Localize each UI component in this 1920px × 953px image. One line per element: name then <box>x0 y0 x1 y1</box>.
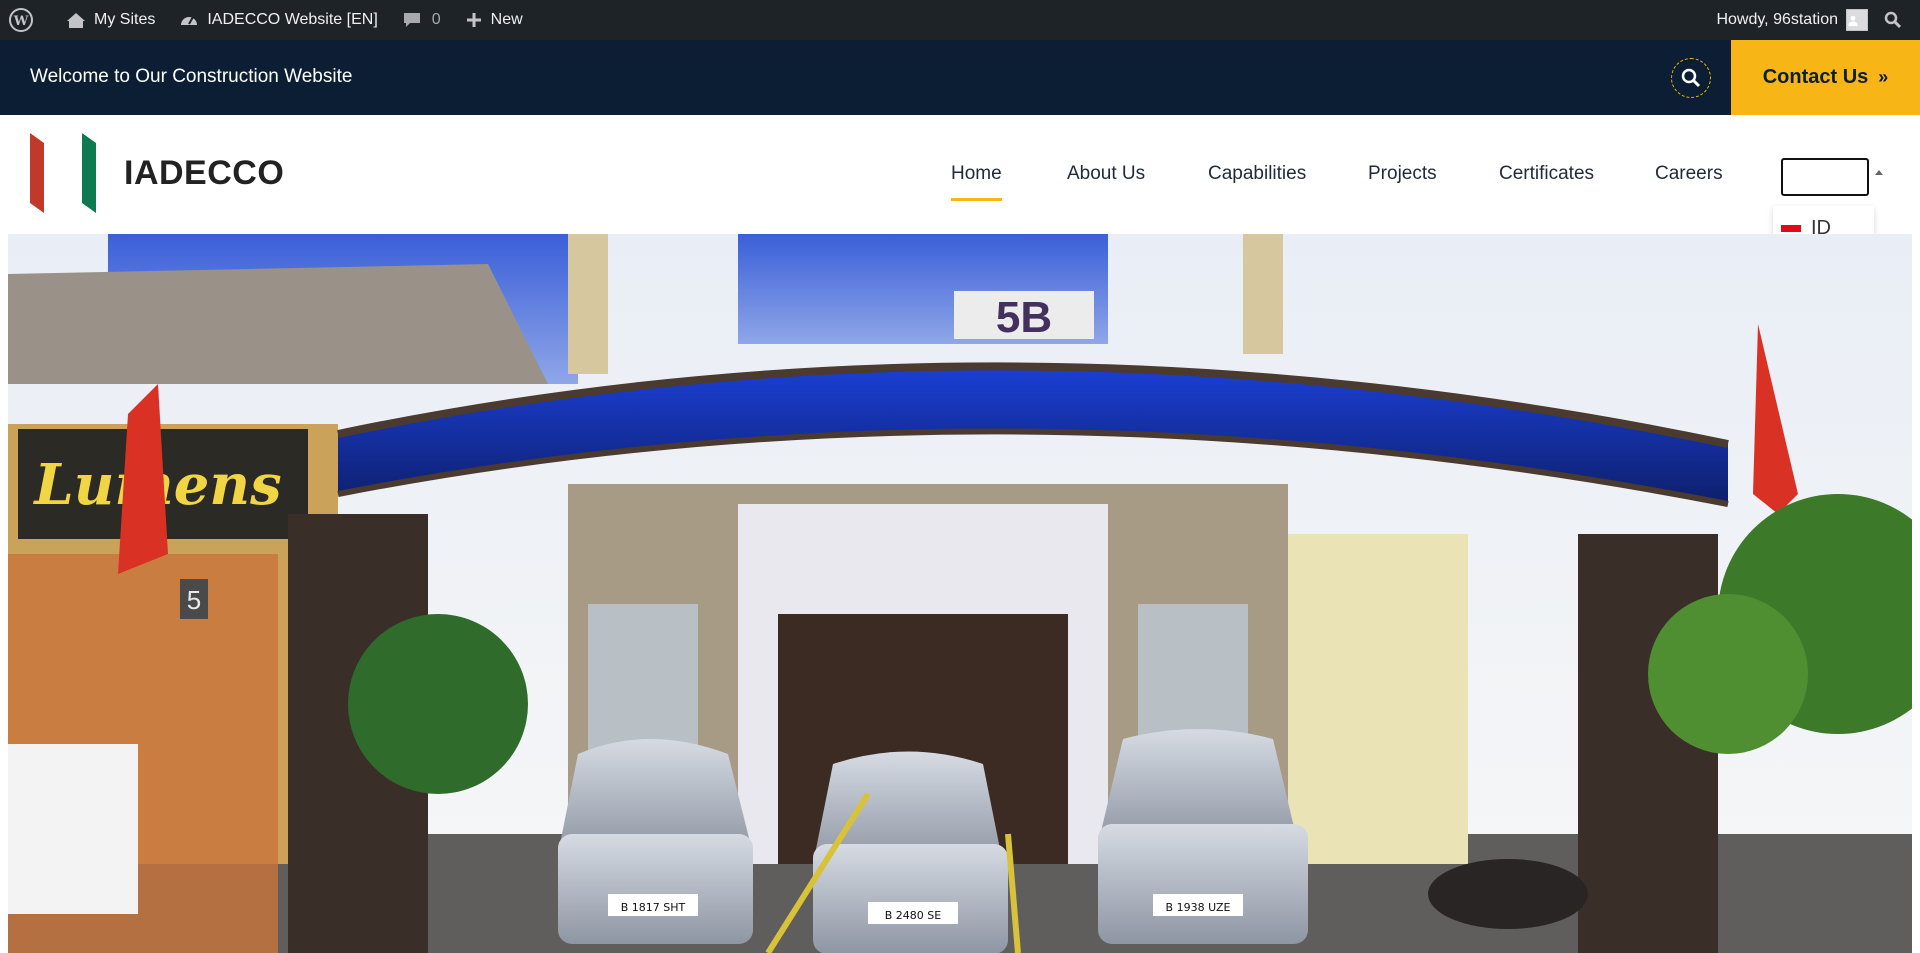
admin-search-button[interactable] <box>1874 0 1920 40</box>
office-building-photo: Lumens 5B 5 B 1817 SHT <box>8 234 1912 953</box>
nav-item-capabilities[interactable]: Capabilities <box>1208 163 1306 185</box>
site-search-button[interactable] <box>1671 58 1711 98</box>
wordpress-logo-button[interactable]: W <box>0 0 54 40</box>
car-center: B 2480 SE <box>813 751 1008 953</box>
contact-us-button[interactable]: Contact Us » <box>1731 40 1920 115</box>
iadecco-logo-mark-icon <box>30 133 96 213</box>
comment-icon <box>403 13 420 27</box>
sites-icon <box>67 13 85 28</box>
nav-item-careers[interactable]: Careers <box>1655 163 1723 185</box>
nav-item-certificates[interactable]: Certificates <box>1499 163 1594 185</box>
wp-admin-bar: W My Sites IADECCO Website [EN] 0 New Ho… <box>0 0 1920 40</box>
top-bar: Welcome to Our Construction Website Cont… <box>0 40 1920 115</box>
site-header: IADECCO Home About Us Capabilities Proje… <box>0 115 1920 234</box>
nav-item-home[interactable]: Home <box>951 163 1002 201</box>
logo-text: IADECCO <box>124 153 285 192</box>
nav-item-about-us[interactable]: About Us <box>1067 163 1145 185</box>
search-icon <box>1884 11 1902 29</box>
site-name-label: IADECCO Website [EN] <box>207 11 378 28</box>
site-name-menu[interactable]: IADECCO Website [EN] <box>167 0 389 40</box>
license-plate: B 1817 SHT <box>621 901 686 914</box>
site-logo[interactable]: IADECCO <box>28 133 284 213</box>
welcome-text: Welcome to Our Construction Website <box>30 66 353 87</box>
comments-count: 0 <box>431 11 441 28</box>
gate-number: 5 <box>187 585 201 615</box>
license-plate: B 2480 SE <box>885 909 942 922</box>
svg-text:W: W <box>13 14 29 29</box>
double-chevron-right-icon: » <box>1878 67 1889 87</box>
new-content-menu[interactable]: New <box>453 0 535 40</box>
my-account-menu[interactable]: Howdy, 96station <box>1704 0 1874 40</box>
license-plate: B 1938 UZE <box>1166 901 1231 914</box>
howdy-label: Howdy, 96station <box>1716 11 1838 28</box>
search-icon <box>1681 68 1701 88</box>
language-search-input[interactable] <box>1781 158 1869 196</box>
avatar <box>1846 9 1868 31</box>
new-label: New <box>490 11 523 28</box>
contact-us-label: Contact Us <box>1762 66 1869 88</box>
dashboard-icon <box>181 16 198 25</box>
language-switcher <box>1773 150 1874 196</box>
hero-image: Lumens 5B 5 B 1817 SHT <box>8 234 1912 953</box>
building-number-sign: 5B <box>996 293 1052 342</box>
my-sites-label: My Sites <box>94 11 156 28</box>
car-right: B 1938 UZE <box>1098 729 1308 944</box>
comments-menu[interactable]: 0 <box>390 0 453 40</box>
user-avatar-icon <box>1848 15 1858 26</box>
plus-icon <box>466 13 481 27</box>
my-sites-menu[interactable]: My Sites <box>54 0 167 40</box>
nav-item-projects[interactable]: Projects <box>1368 163 1437 185</box>
car-left: B 1817 SHT <box>558 739 753 944</box>
wordpress-icon: W <box>9 8 33 32</box>
caret-up-icon[interactable] <box>1875 170 1883 175</box>
